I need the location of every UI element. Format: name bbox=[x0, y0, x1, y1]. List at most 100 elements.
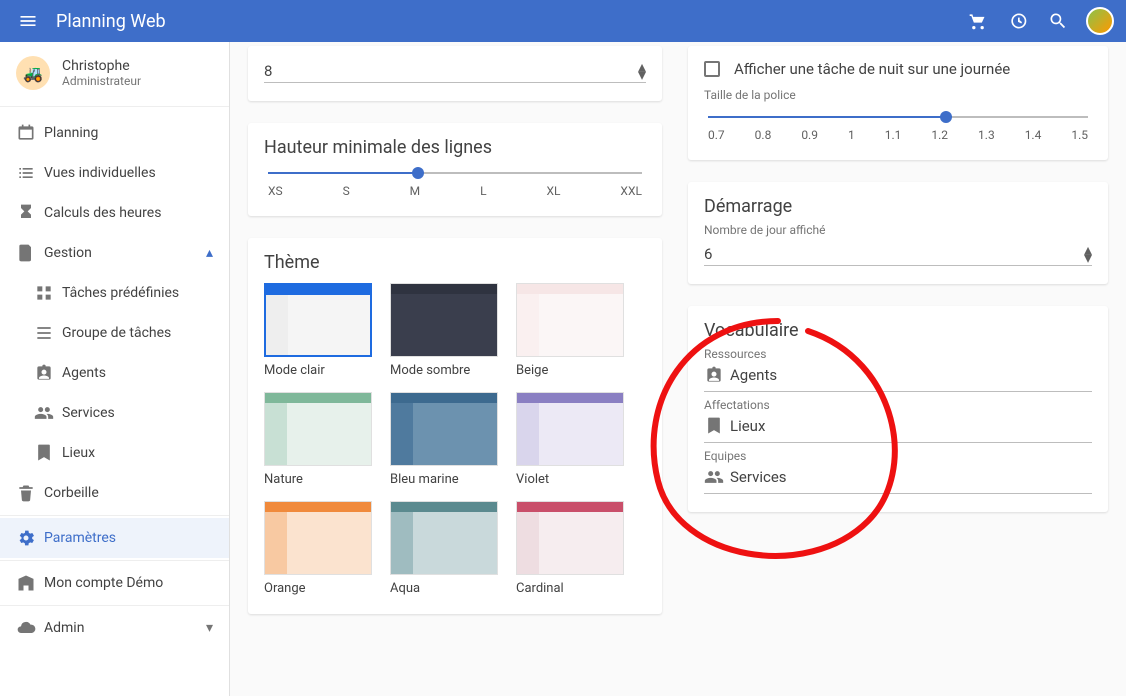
theme-option[interactable]: Cardinal bbox=[516, 501, 624, 596]
vocab-input[interactable]: Services bbox=[704, 463, 1092, 494]
sidebar-item-label: Services bbox=[62, 405, 115, 421]
sidebar-item-planning[interactable]: Planning bbox=[0, 113, 229, 153]
card-affichage: Afficher une tâche de nuit sur une journ… bbox=[688, 46, 1108, 160]
list-icon bbox=[16, 163, 44, 183]
checkbox[interactable] bbox=[704, 61, 720, 77]
sidebar-item-gestion[interactable]: Gestion▴ bbox=[0, 233, 229, 273]
theme-label: Beige bbox=[516, 363, 624, 378]
sidebar-item-corbeille[interactable]: Corbeille bbox=[0, 473, 229, 513]
night-task-checkbox-row[interactable]: Afficher une tâche de nuit sur une journ… bbox=[704, 60, 1092, 78]
card-subtitle: Nombre de jour affiché bbox=[704, 223, 1092, 237]
checkbox-label: Afficher une tâche de nuit sur une journ… bbox=[734, 60, 1010, 78]
sidebar-item-compte[interactable]: Mon compte Démo bbox=[0, 563, 229, 603]
user-name: Christophe bbox=[62, 58, 141, 74]
sidebar-item-vues[interactable]: Vues individuelles bbox=[0, 153, 229, 193]
sidebar-item-parametres[interactable]: Paramètres bbox=[0, 518, 229, 558]
theme-label: Nature bbox=[264, 472, 372, 487]
slider-tick: 0.9 bbox=[801, 128, 818, 142]
theme-label: Cardinal bbox=[516, 581, 624, 596]
vocab-value: Agents bbox=[730, 366, 777, 384]
card-title: Démarrage bbox=[704, 196, 1092, 217]
hauteur-slider[interactable]: XSSMLXLXXL bbox=[268, 172, 642, 198]
sidebar-item-label: Gestion bbox=[44, 245, 92, 261]
number-spinner[interactable]: ▴▾ bbox=[1084, 246, 1092, 262]
vocab-row: Ressources Agents bbox=[704, 347, 1092, 392]
sidebar-item-label: Planning bbox=[44, 125, 98, 141]
sidebar-item-calculs[interactable]: Calculs des heures bbox=[0, 193, 229, 233]
sidebar-item-admin[interactable]: Admin▾ bbox=[0, 608, 229, 648]
badge-icon bbox=[34, 363, 62, 383]
group-icon bbox=[34, 403, 62, 423]
card-theme: Thème Mode clairMode sombreBeigeNatureBl… bbox=[248, 238, 662, 614]
app-title: Planning Web bbox=[56, 11, 166, 32]
cart-icon[interactable] bbox=[958, 1, 998, 41]
history-icon[interactable] bbox=[998, 1, 1038, 41]
font-size-slider[interactable]: 0.70.80.911.11.21.31.41.5 bbox=[708, 116, 1088, 142]
sidebar: 🚜 Christophe Administrateur Planning Vue… bbox=[0, 42, 230, 696]
gear-icon bbox=[16, 528, 44, 548]
card-demarrage: Démarrage Nombre de jour affiché 6 ▴▾ bbox=[688, 182, 1108, 284]
card-vocabulaire: Vocabulaire Ressources Agents Affectations… bbox=[688, 306, 1108, 512]
slider-tick: M bbox=[410, 184, 420, 198]
sidebar-item-label: Paramètres bbox=[44, 530, 116, 546]
calendar-icon bbox=[16, 123, 44, 143]
sidebar-item-agents[interactable]: Agents bbox=[0, 353, 229, 393]
vocab-label: Ressources bbox=[704, 347, 1092, 361]
sidebar-item-taches[interactable]: Tâches prédéfinies bbox=[0, 273, 229, 313]
card-title: Hauteur minimale des lignes bbox=[264, 137, 646, 158]
number-value: 6 bbox=[704, 245, 1084, 263]
slider-tick: 1.2 bbox=[931, 128, 948, 142]
group-icon bbox=[704, 467, 730, 487]
card-numeric-8: 8 ▴▾ bbox=[248, 46, 662, 101]
card-title: Vocabulaire bbox=[704, 320, 1092, 341]
slider-tick: 0.8 bbox=[755, 128, 772, 142]
vocab-input[interactable]: Lieux bbox=[704, 412, 1092, 443]
cloud-icon bbox=[16, 618, 44, 638]
slider-tick: 0.7 bbox=[708, 128, 725, 142]
topbar: Planning Web bbox=[0, 0, 1126, 42]
bookmark-icon bbox=[704, 416, 730, 436]
sidebar-item-label: Agents bbox=[62, 365, 106, 381]
slider-tick: 1.3 bbox=[978, 128, 995, 142]
slider-tick: L bbox=[480, 184, 486, 198]
theme-option[interactable]: Nature bbox=[264, 392, 372, 487]
theme-option[interactable]: Violet bbox=[516, 392, 624, 487]
doc-icon bbox=[16, 243, 44, 263]
main-content: 8 ▴▾ Hauteur minimale des lignes XSSMLXL… bbox=[230, 42, 1126, 696]
theme-option[interactable]: Beige bbox=[516, 283, 624, 378]
chevron-down-icon[interactable]: ▾ bbox=[1084, 254, 1092, 262]
number-field[interactable]: 8 ▴▾ bbox=[264, 60, 646, 83]
sidebar-item-label: Admin bbox=[44, 620, 84, 636]
lines-icon bbox=[34, 323, 62, 343]
slider-thumb[interactable] bbox=[412, 167, 424, 179]
sidebar-item-services[interactable]: Services bbox=[0, 393, 229, 433]
chevron-down-icon[interactable]: ▾ bbox=[638, 71, 646, 79]
vocab-label: Affectations bbox=[704, 398, 1092, 412]
hourglass-icon bbox=[16, 203, 44, 223]
theme-option[interactable]: Orange bbox=[264, 501, 372, 596]
search-icon[interactable] bbox=[1038, 1, 1078, 41]
number-value: 8 bbox=[264, 62, 638, 80]
sidebar-item-label: Calculs des heures bbox=[44, 205, 161, 221]
vocab-label: Equipes bbox=[704, 449, 1092, 463]
slider-tick: 1.5 bbox=[1071, 128, 1088, 142]
vocab-input[interactable]: Agents bbox=[704, 361, 1092, 392]
slider-tick: XL bbox=[546, 184, 560, 198]
sidebar-item-label: Corbeille bbox=[44, 485, 99, 501]
avatar[interactable] bbox=[1086, 7, 1114, 35]
number-spinner[interactable]: ▴▾ bbox=[638, 63, 646, 79]
slider-tick: XXL bbox=[620, 184, 642, 198]
sidebar-item-groupe[interactable]: Groupe de tâches bbox=[0, 313, 229, 353]
theme-label: Orange bbox=[264, 581, 372, 596]
menu-button[interactable] bbox=[12, 5, 44, 37]
days-field[interactable]: 6 ▴▾ bbox=[704, 243, 1092, 266]
sidebar-item-lieux[interactable]: Lieux bbox=[0, 433, 229, 473]
vocab-row: EquipesServices bbox=[704, 449, 1092, 494]
theme-option[interactable]: Aqua bbox=[390, 501, 498, 596]
theme-option[interactable]: Bleu marine bbox=[390, 392, 498, 487]
theme-option[interactable]: Mode sombre bbox=[390, 283, 498, 378]
slider-thumb[interactable] bbox=[940, 111, 952, 123]
theme-option[interactable]: Mode clair bbox=[264, 283, 372, 378]
trash-icon bbox=[16, 483, 44, 503]
user-avatar: 🚜 bbox=[16, 56, 50, 90]
